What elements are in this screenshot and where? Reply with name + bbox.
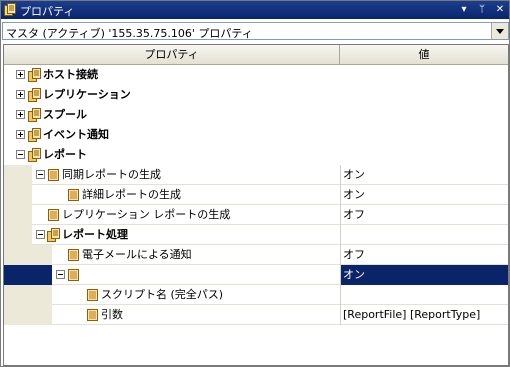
property-label: 同期レポートの生成 — [62, 168, 161, 181]
property-value-cell[interactable] — [340, 285, 508, 305]
property-icon — [68, 189, 79, 201]
pin-button[interactable]: ᛘ — [474, 2, 490, 18]
dropdown-menu-button[interactable]: ▾ — [456, 2, 472, 18]
indent-margin — [4, 285, 52, 305]
property-value-cell[interactable]: [ReportFile] [ReportType] — [340, 305, 508, 325]
collapse-icon[interactable] — [16, 150, 25, 159]
property-group-icon — [28, 68, 41, 82]
indent-margin — [4, 185, 32, 205]
property-label: ホスト接続 — [43, 68, 98, 81]
property-label: レプリケーション — [43, 88, 131, 101]
title-bar[interactable]: プロパティ ▾ ᛘ ✕ — [1, 1, 509, 19]
expand-icon[interactable] — [16, 70, 25, 79]
property-label: 詳細レポートの生成 — [82, 188, 181, 201]
property-icon — [87, 289, 98, 301]
property-label: イベント通知 — [43, 128, 109, 141]
property-label: スクリプト名 (完全パス) — [101, 288, 224, 301]
property-label: レポート処理 — [62, 228, 128, 241]
property-label: レポート — [43, 148, 87, 161]
chevron-down-icon[interactable] — [491, 23, 508, 39]
property-name-cell[interactable]: 電子メールによる通知 — [4, 245, 340, 265]
indent-margin — [4, 205, 32, 225]
property-name-cell[interactable]: 同期レポートの生成 — [4, 165, 340, 185]
property-value-cell[interactable]: オン — [340, 165, 508, 185]
expand-icon[interactable] — [16, 90, 25, 99]
property-label: スクリプトの実行 — [82, 268, 170, 281]
category-row[interactable]: レプリケーション — [4, 85, 508, 105]
indent-margin — [4, 305, 52, 325]
property-row[interactable]: 詳細レポートの生成 オン — [4, 185, 508, 205]
value-column-header[interactable]: 値 — [340, 45, 508, 64]
category-row[interactable]: レポート — [4, 145, 508, 165]
category-row[interactable]: イベント通知 — [4, 125, 508, 145]
property-name-cell[interactable]: レプリケーション レポートの生成 — [4, 205, 340, 225]
property-name-cell[interactable]: レプリケーション — [4, 85, 340, 105]
property-name-cell[interactable]: スクリプトの実行 — [4, 265, 340, 285]
property-icon — [68, 269, 79, 281]
property-icon — [48, 209, 59, 221]
indent-margin — [4, 265, 52, 285]
property-group-icon — [28, 148, 41, 162]
window-title: プロパティ — [20, 5, 75, 18]
property-row[interactable]: 引数 [ReportFile] [ReportType] — [4, 305, 508, 325]
property-icon — [87, 309, 98, 321]
property-label: 引数 — [101, 308, 123, 321]
property-row[interactable]: 同期レポートの生成 オン — [4, 165, 508, 185]
property-value-cell[interactable]: オフ — [340, 245, 508, 265]
property-label: スプール — [43, 108, 87, 121]
properties-window: プロパティ ▾ ᛘ ✕ マスタ (アクティブ) '155.35.75.106' … — [0, 0, 510, 367]
grid-header: プロパティ 値 — [4, 45, 508, 65]
indent-margin — [4, 225, 32, 245]
property-row[interactable]: スクリプトの実行 オン — [4, 265, 508, 285]
property-row[interactable]: レポート処理 — [4, 225, 508, 245]
collapse-icon[interactable] — [56, 270, 65, 279]
object-selector-value: マスタ (アクティブ) '155.35.75.106' プロパティ — [6, 27, 253, 40]
property-value-cell[interactable] — [340, 225, 508, 245]
property-name-cell[interactable]: スクリプト名 (完全パス) — [4, 285, 340, 305]
object-selector[interactable]: マスタ (アクティブ) '155.35.75.106' プロパティ — [2, 22, 509, 40]
property-label: 電子メールによる通知 — [82, 248, 192, 261]
indent-margin — [4, 245, 52, 265]
category-row[interactable]: ホスト接続 — [4, 65, 508, 85]
property-column-header[interactable]: プロパティ — [4, 45, 340, 64]
properties-icon — [4, 3, 16, 16]
property-icon — [48, 169, 59, 181]
collapse-icon[interactable] — [36, 230, 45, 239]
indent-margin — [4, 165, 32, 185]
property-group-icon — [28, 88, 41, 102]
property-name-cell[interactable]: レポート — [4, 145, 340, 165]
property-group-icon — [28, 108, 41, 122]
property-name-cell[interactable]: イベント通知 — [4, 125, 340, 145]
property-row[interactable]: スクリプト名 (完全パス) — [4, 285, 508, 305]
property-name-cell[interactable]: 詳細レポートの生成 — [4, 185, 340, 205]
property-value-cell[interactable]: オン — [340, 265, 508, 285]
property-name-cell[interactable]: ホスト接続 — [4, 65, 340, 85]
property-value-cell[interactable]: オン — [340, 185, 508, 205]
property-name-cell[interactable]: スプール — [4, 105, 340, 125]
property-name-cell[interactable]: 引数 — [4, 305, 340, 325]
expand-icon[interactable] — [16, 130, 25, 139]
property-row[interactable]: 電子メールによる通知 オフ — [4, 245, 508, 265]
property-icon — [68, 249, 79, 261]
property-group-icon — [47, 228, 60, 242]
category-row[interactable]: スプール — [4, 105, 508, 125]
property-grid: プロパティ 値 ホスト接続レプリケーション スプールイベント通知 レポート同期レポー… — [3, 44, 509, 366]
property-group-icon — [28, 128, 41, 142]
property-value-cell[interactable]: オフ — [340, 205, 508, 225]
property-name-cell[interactable]: レポート処理 — [4, 225, 340, 245]
close-button[interactable]: ✕ — [492, 2, 508, 18]
expand-icon[interactable] — [16, 110, 25, 119]
collapse-icon[interactable] — [36, 170, 45, 179]
property-label: レプリケーション レポートの生成 — [62, 208, 231, 221]
property-row[interactable]: レプリケーション レポートの生成 オフ — [4, 205, 508, 225]
